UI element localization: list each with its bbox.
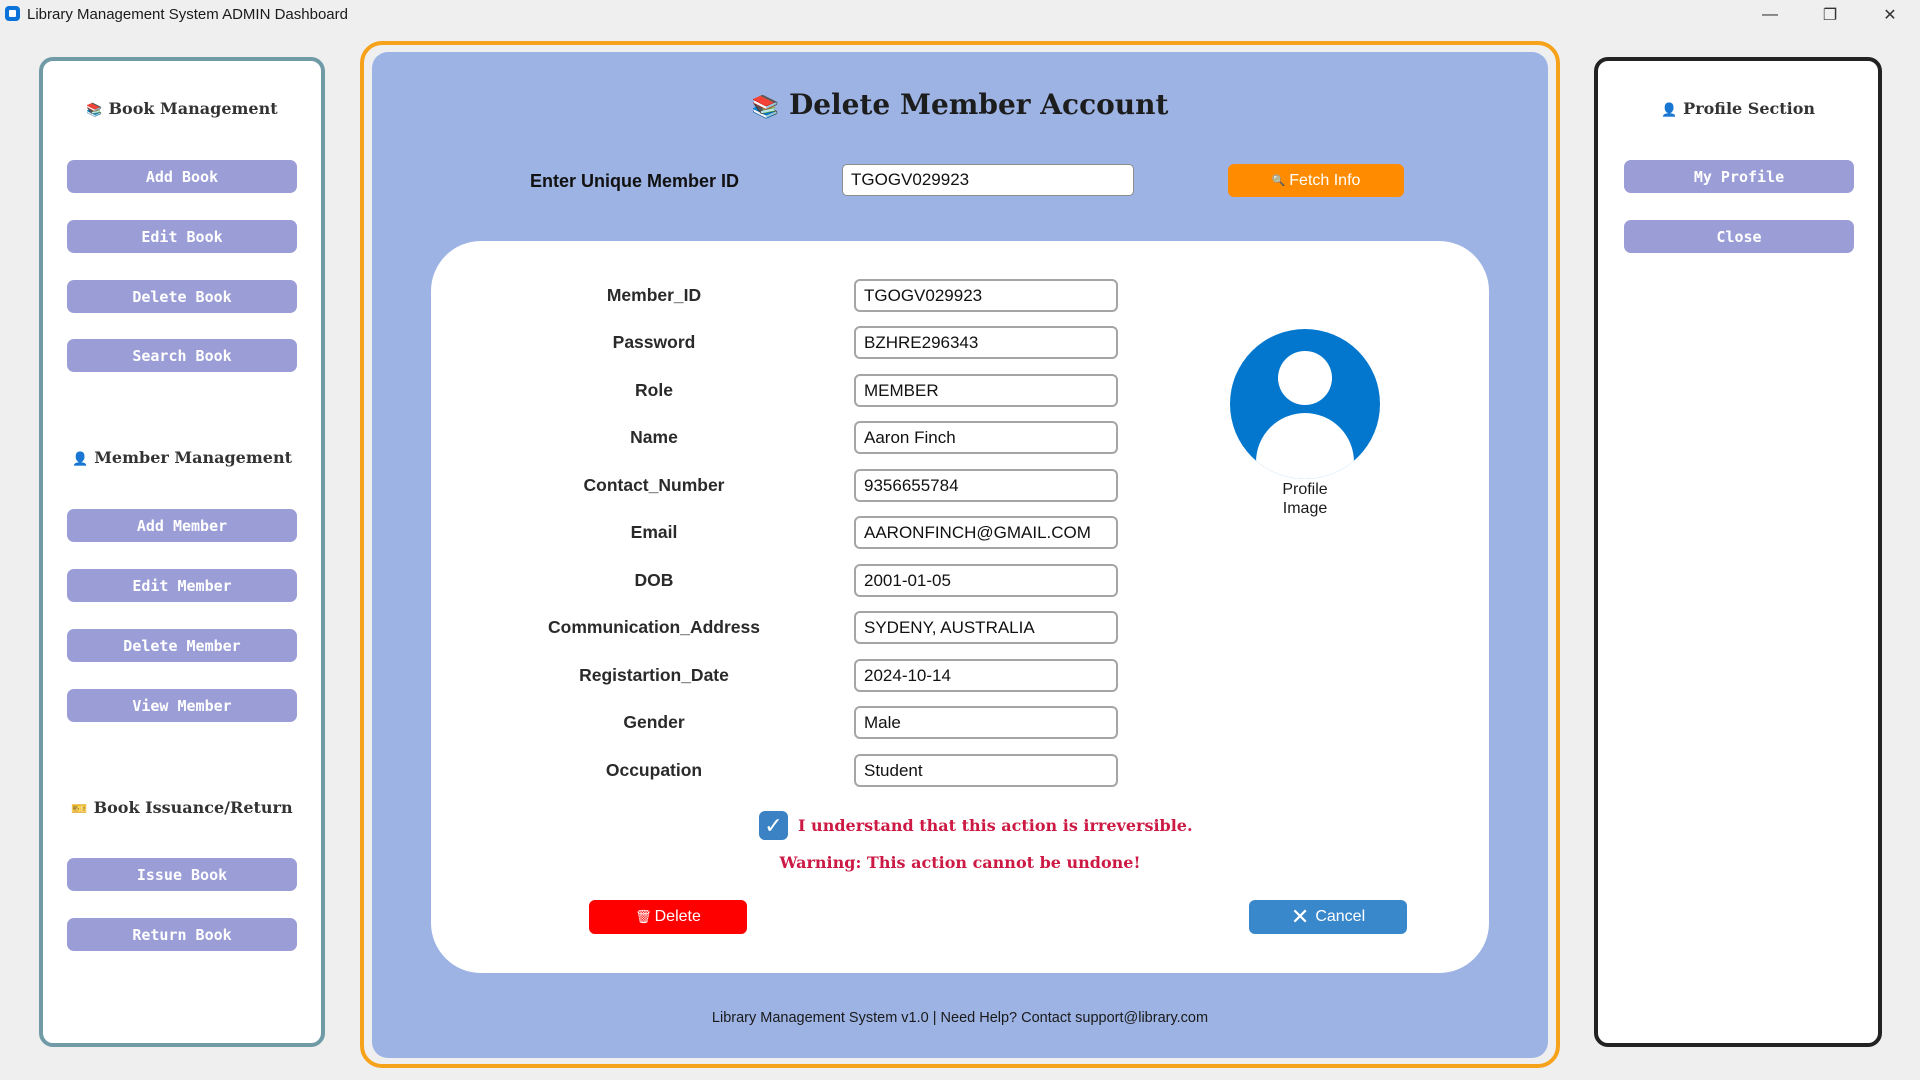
confirm-checkbox[interactable]: ✓ bbox=[759, 811, 788, 840]
book-issuance-heading: 🎫 Book Issuance/Return bbox=[71, 798, 293, 817]
email-label: Email bbox=[630, 522, 678, 542]
window-title: Library Management System ADMIN Dashboar… bbox=[27, 6, 348, 23]
page-title: 📚 Delete Member Account bbox=[751, 88, 1169, 121]
issue-book-button[interactable]: Issue Book bbox=[67, 858, 297, 891]
registration-date-label: Registartion_Date bbox=[579, 665, 729, 685]
registration-date-field[interactable] bbox=[854, 659, 1118, 692]
gender-label: Gender bbox=[623, 712, 685, 732]
email-field[interactable] bbox=[854, 516, 1118, 549]
close-button[interactable]: Close bbox=[1624, 220, 1854, 253]
password-field[interactable] bbox=[854, 326, 1118, 359]
book-management-heading: 📚 Book Management bbox=[86, 99, 278, 118]
unique-id-label: Enter Unique Member ID bbox=[530, 171, 740, 191]
communication-address-field[interactable] bbox=[854, 611, 1118, 644]
restore-button[interactable]: ❐ bbox=[1800, 0, 1860, 29]
delete-book-button[interactable]: Delete Book bbox=[67, 280, 297, 313]
avatar-body bbox=[1256, 413, 1354, 479]
member-id-field[interactable] bbox=[854, 279, 1118, 312]
edit-member-button[interactable]: Edit Member bbox=[67, 569, 297, 602]
add-book-button[interactable]: Add Book bbox=[67, 160, 297, 193]
contact-number-label: Contact_Number bbox=[583, 475, 725, 495]
close-window-button[interactable]: ✕ bbox=[1860, 0, 1920, 29]
person-icon: 👤 bbox=[72, 452, 89, 467]
confirm-text: I understand that this action is irrever… bbox=[798, 816, 1193, 835]
view-member-button[interactable]: View Member bbox=[67, 689, 297, 722]
avatar-head bbox=[1278, 351, 1332, 405]
return-book-button[interactable]: Return Book bbox=[67, 918, 297, 951]
person-icon: 👤 bbox=[1660, 103, 1678, 118]
magnifier-icon: 🔍 bbox=[1271, 175, 1286, 187]
search-book-button[interactable]: Search Book bbox=[67, 339, 297, 372]
member-id-label: Member_ID bbox=[606, 285, 702, 305]
role-field[interactable] bbox=[854, 374, 1118, 407]
footer-text: Library Management System v1.0 | Need He… bbox=[711, 1010, 1209, 1026]
communication-address-label: Communication_Address bbox=[548, 617, 760, 637]
add-member-button[interactable]: Add Member bbox=[67, 509, 297, 542]
x-icon: ✕ bbox=[1290, 904, 1310, 929]
unique-id-input[interactable] bbox=[842, 164, 1134, 196]
trash-icon: 🗑 bbox=[635, 909, 652, 924]
dob-label: DOB bbox=[634, 570, 674, 590]
contact-number-field[interactable] bbox=[854, 469, 1118, 502]
delete-member-button[interactable]: Delete Member bbox=[67, 629, 297, 662]
delete-button[interactable]: 🗑 Delete bbox=[589, 900, 747, 934]
role-label: Role bbox=[635, 380, 673, 400]
fetch-info-button[interactable]: 🔍 Fetch Info bbox=[1228, 164, 1404, 197]
books-icon: 📚 bbox=[751, 95, 779, 120]
profile-image bbox=[1230, 329, 1380, 479]
member-details-card: Member_ID Password Role Name Contact_Num… bbox=[431, 241, 1489, 973]
ticket-icon: 🎫 bbox=[71, 802, 88, 817]
name-label: Name bbox=[630, 427, 678, 447]
occupation-label: Occupation bbox=[605, 760, 703, 780]
minimize-button[interactable]: — bbox=[1740, 0, 1800, 29]
member-management-heading: 👤 Member Management bbox=[72, 448, 292, 467]
left-sidebar: 📚 Book Management Add Book Edit Book Dele… bbox=[39, 57, 325, 1047]
gender-field[interactable] bbox=[854, 706, 1118, 739]
dob-field[interactable] bbox=[854, 564, 1118, 597]
right-sidebar: 👤 Profile Section My Profile Close bbox=[1594, 57, 1882, 1047]
my-profile-button[interactable]: My Profile bbox=[1624, 160, 1854, 193]
book-icon: 📚 bbox=[86, 103, 103, 118]
title-bar: Library Management System ADMIN Dashboar… bbox=[0, 0, 1920, 29]
app-icon bbox=[5, 6, 20, 21]
checkmark-icon: ✓ bbox=[764, 812, 783, 838]
password-label: Password bbox=[612, 332, 696, 352]
cancel-button[interactable]: ✕ Cancel bbox=[1249, 900, 1407, 934]
profile-section-heading: 👤 Profile Section bbox=[1660, 99, 1816, 118]
edit-book-button[interactable]: Edit Book bbox=[67, 220, 297, 253]
warning-text: Warning: This action cannot be undone! bbox=[779, 853, 1141, 872]
name-field[interactable] bbox=[854, 421, 1118, 454]
profile-image-label: Profile Image bbox=[1282, 481, 1328, 517]
occupation-field[interactable] bbox=[854, 754, 1118, 787]
main-panel: 📚 Delete Member Account Enter Unique Memb… bbox=[372, 52, 1548, 1058]
